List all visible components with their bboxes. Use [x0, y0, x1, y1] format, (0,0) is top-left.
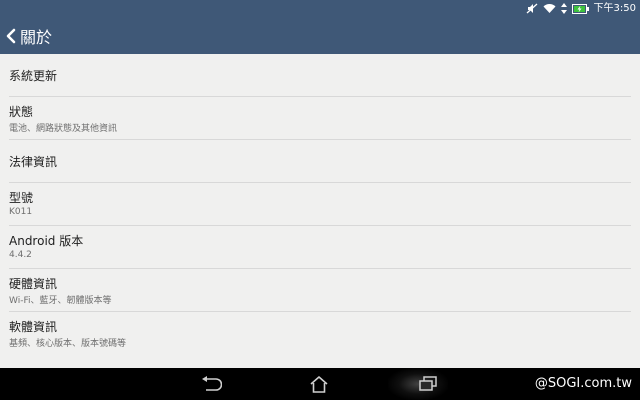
mute-icon: [526, 3, 538, 14]
item-subtitle: 基頻、核心版本、版本號碼等: [9, 339, 127, 349]
navigation-bar: @SOGI.com.tw: [0, 368, 640, 400]
home-icon: [309, 375, 329, 393]
wifi-icon: [543, 3, 556, 14]
item-title: 硬體資訊: [9, 277, 58, 291]
back-icon: [200, 376, 222, 392]
list-item-system-update[interactable]: 系統更新: [0, 54, 640, 96]
data-arrows-icon: [560, 3, 567, 14]
nav-back-button[interactable]: [200, 368, 222, 400]
item-title: 型號: [9, 191, 34, 205]
nav-recents-button[interactable]: [418, 368, 438, 400]
chevron-left-icon: [6, 28, 16, 44]
item-subtitle: 4.4.2: [9, 250, 32, 260]
item-title: 軟體資訊: [9, 320, 58, 334]
item-title: 狀態: [9, 105, 34, 119]
battery-charging-icon: [571, 3, 589, 14]
nav-home-button[interactable]: [309, 368, 329, 400]
action-bar: 關於: [0, 17, 640, 54]
list-item-status[interactable]: 狀態 電池、網路狀態及其他資訊: [0, 97, 640, 139]
up-back-button[interactable]: 關於: [6, 17, 52, 54]
item-subtitle: Wi-Fi、藍牙、韌體版本等: [9, 296, 112, 306]
watermark: @SOGI.com.tw: [534, 376, 632, 391]
settings-list: 系統更新 狀態 電池、網路狀態及其他資訊 法律資訊 型號 K011 Androi…: [0, 54, 640, 368]
list-item-model[interactable]: 型號 K011: [0, 183, 640, 225]
item-subtitle: 電池、網路狀態及其他資訊: [9, 124, 118, 134]
list-item-hardware-info[interactable]: 硬體資訊 Wi-Fi、藍牙、韌體版本等: [0, 269, 640, 311]
list-item-software-info[interactable]: 軟體資訊 基頻、核心版本、版本號碼等: [0, 312, 640, 354]
item-title: 系統更新: [9, 69, 58, 83]
item-title: Android 版本: [9, 234, 84, 248]
recents-icon: [418, 376, 438, 392]
list-item-android-version[interactable]: Android 版本 4.4.2: [0, 226, 640, 268]
item-title: 法律資訊: [9, 155, 58, 169]
status-icons: 下午3:50: [526, 0, 636, 17]
status-time: 下午3:50: [593, 3, 636, 14]
item-subtitle: K011: [9, 207, 33, 217]
list-item-legal-info[interactable]: 法律資訊: [0, 140, 640, 182]
status-bar: 下午3:50: [0, 0, 640, 17]
page-title: 關於: [20, 27, 53, 47]
